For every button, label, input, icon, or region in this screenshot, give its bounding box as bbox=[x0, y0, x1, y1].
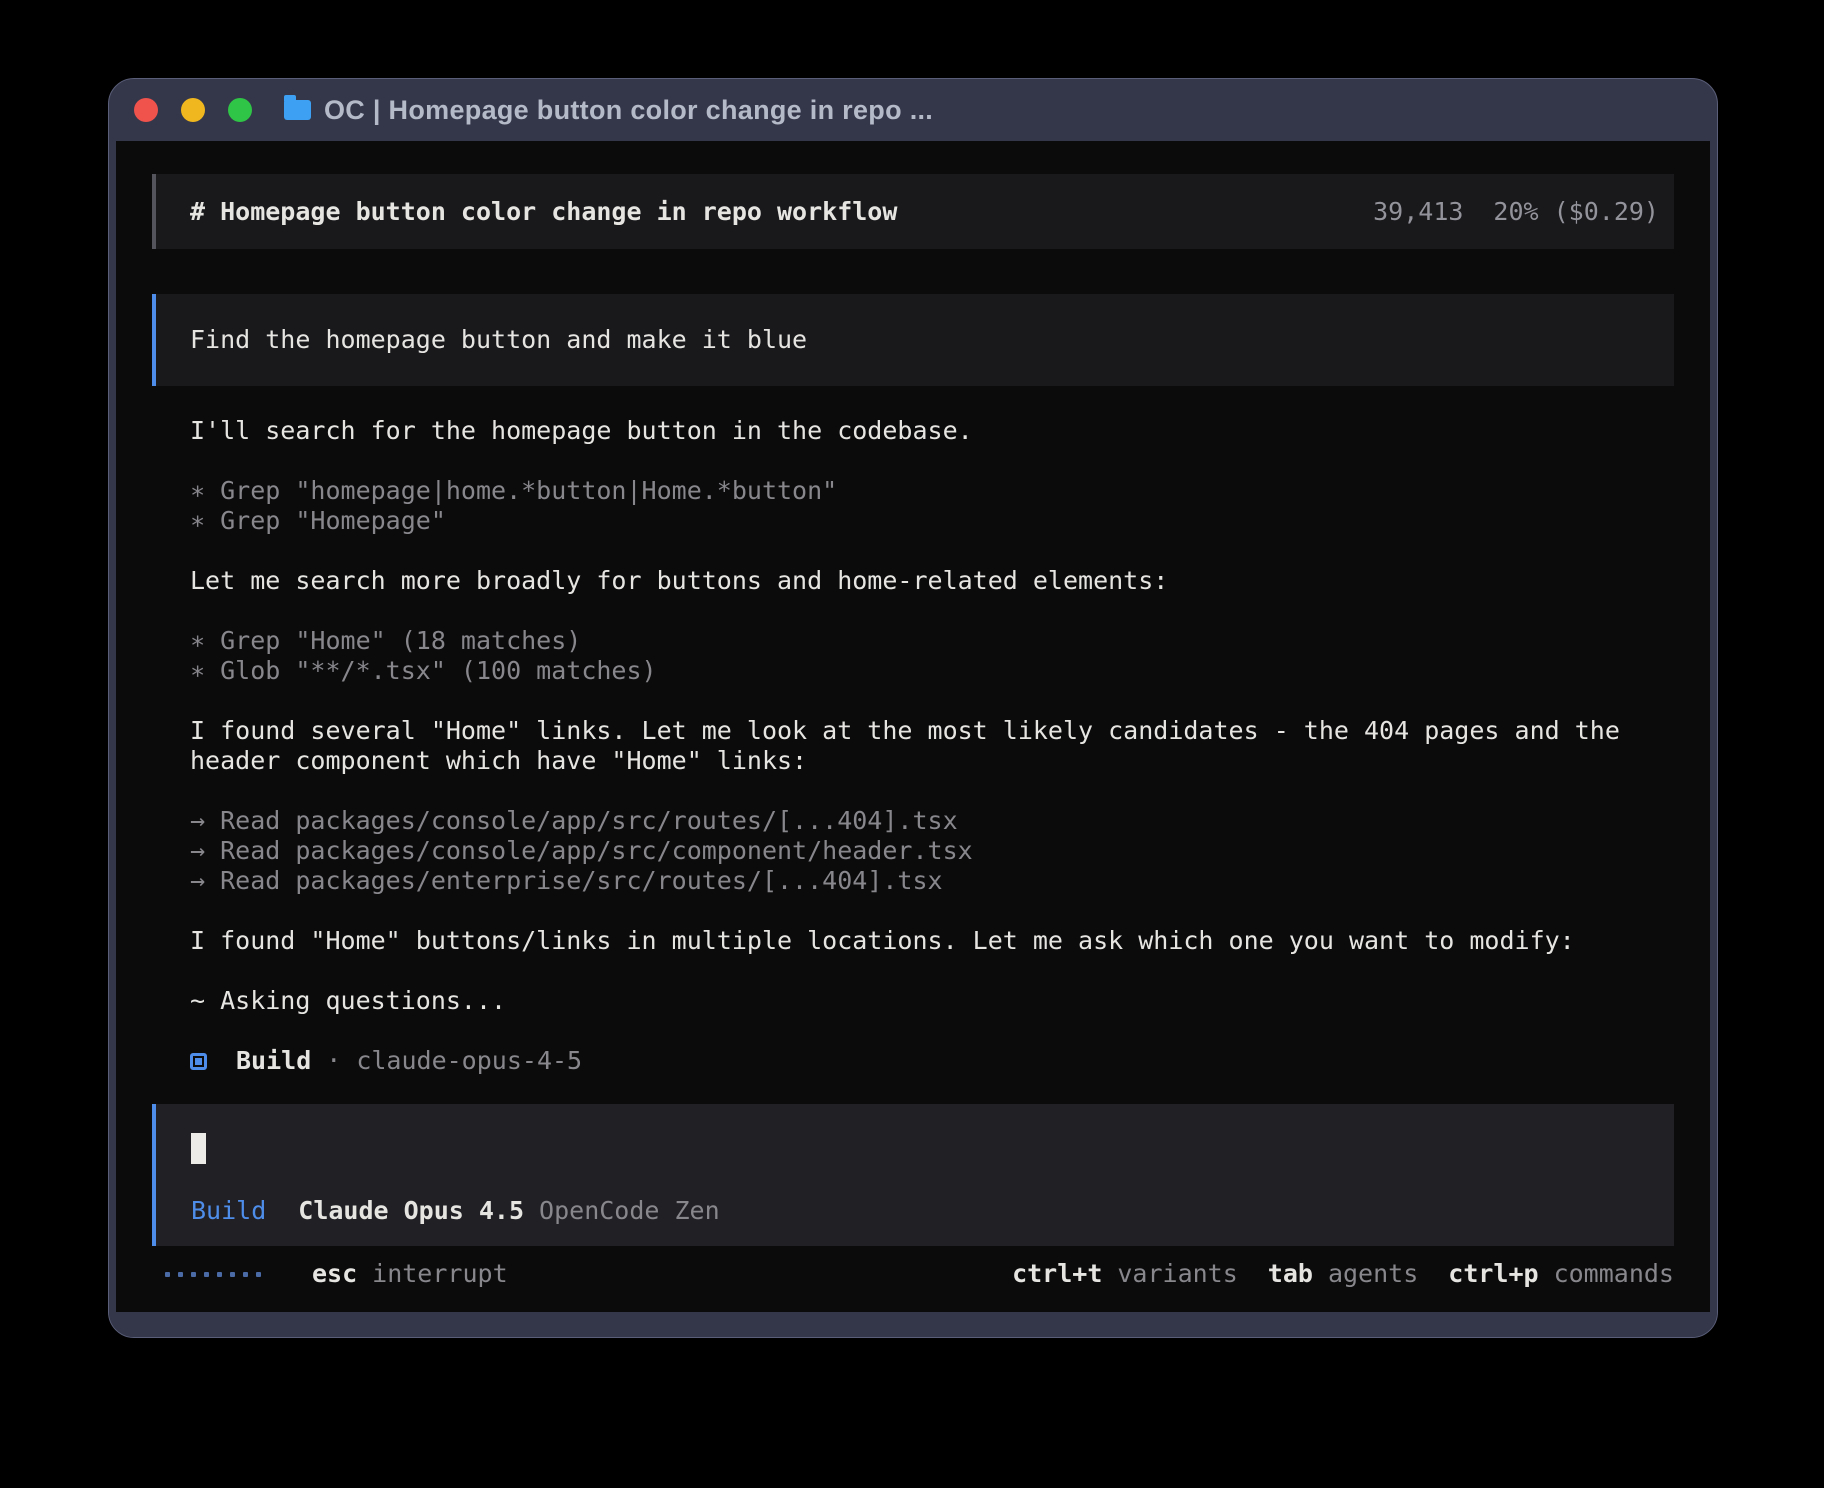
build-agent-icon bbox=[190, 1053, 207, 1070]
session-stats: 39,413 20% ($0.29) bbox=[1373, 197, 1659, 227]
user-message: Find the homepage button and make it blu… bbox=[152, 294, 1674, 386]
tool-call-line: ∗ Grep "Home" (18 matches) bbox=[190, 626, 1674, 656]
tool-call-line: → Read packages/console/app/src/componen… bbox=[190, 836, 1674, 866]
model-row: Build Claude Opus 4.5 OpenCode Zen bbox=[191, 1196, 1640, 1226]
assistant-text: I found several "Home" links. Let me loo… bbox=[190, 716, 1674, 776]
text-cursor bbox=[191, 1133, 206, 1164]
footer-hint-agents: tab agents bbox=[1268, 1259, 1418, 1289]
minimize-button[interactable] bbox=[181, 98, 205, 122]
session-title: # Homepage button color change in repo w… bbox=[190, 197, 897, 227]
assistant-text-line: I found several "Home" links. Let me loo… bbox=[190, 716, 1674, 776]
hint-label-interrupt: interrupt bbox=[372, 1259, 507, 1288]
spinner-dot bbox=[191, 1272, 196, 1277]
close-button[interactable] bbox=[134, 98, 158, 122]
spinner-dot bbox=[165, 1272, 170, 1277]
key-tab: tab bbox=[1268, 1259, 1313, 1288]
tool-call-group: ∗ Grep "homepage|home.*button|Home.*butt… bbox=[190, 476, 1674, 536]
assistant-text-line: ~ Asking questions... bbox=[190, 986, 1674, 1016]
active-model-label: Claude Opus 4.5 bbox=[298, 1196, 524, 1226]
assistant-text: I found "Home" buttons/links in multiple… bbox=[190, 926, 1674, 956]
working-spinner-dots bbox=[165, 1272, 261, 1277]
key-ctrl+t: ctrl+t bbox=[1012, 1259, 1102, 1288]
assistant-text-line: I'll search for the homepage button in t… bbox=[190, 416, 1674, 446]
terminal-window: OC | Homepage button color change in rep… bbox=[108, 78, 1718, 1338]
spinner-dot bbox=[256, 1272, 261, 1277]
agent-name: Build bbox=[236, 1046, 311, 1076]
maximize-button[interactable] bbox=[228, 98, 252, 122]
key-esc: esc bbox=[312, 1259, 357, 1288]
prompt-input[interactable]: Build Claude Opus 4.5 OpenCode Zen bbox=[152, 1104, 1674, 1246]
folder-icon bbox=[284, 100, 311, 120]
token-count: 39,413 bbox=[1373, 197, 1463, 227]
tool-call-line: ∗ Glob "**/*.tsx" (100 matches) bbox=[190, 656, 1674, 686]
hint-label-agents: agents bbox=[1328, 1259, 1418, 1288]
tool-call-group: → Read packages/console/app/src/routes/[… bbox=[190, 806, 1674, 896]
assistant-text: Let me search more broadly for buttons a… bbox=[190, 566, 1674, 596]
transcript: I'll search for the homepage button in t… bbox=[152, 416, 1674, 1076]
assistant-text-line: I found "Home" buttons/links in multiple… bbox=[190, 926, 1674, 956]
hint-label-variants: variants bbox=[1117, 1259, 1237, 1288]
tool-call-group: ∗ Grep "Home" (18 matches)∗ Glob "**/*.t… bbox=[190, 626, 1674, 686]
status-bar: escinterrupt ctrl+tvariantstabagentsctrl… bbox=[152, 1257, 1674, 1291]
spinner-dot bbox=[178, 1272, 183, 1277]
agent-status-line: Build · claude-opus-4-5 bbox=[190, 1046, 1674, 1076]
hint-label-commands: commands bbox=[1554, 1259, 1674, 1288]
spinner-dot bbox=[217, 1272, 222, 1277]
tool-call-line: → Read packages/console/app/src/routes/[… bbox=[190, 806, 1674, 836]
footer-hint-commands: ctrl+p commands bbox=[1448, 1259, 1674, 1289]
footer-hint-variants: ctrl+t variants bbox=[1012, 1259, 1238, 1289]
tool-call-line: ∗ Grep "Homepage" bbox=[190, 506, 1674, 536]
tool-call-line: ∗ Grep "homepage|home.*button|Home.*butt… bbox=[190, 476, 1674, 506]
key-ctrl+p: ctrl+p bbox=[1448, 1259, 1538, 1288]
spinner-dot bbox=[243, 1272, 248, 1277]
assistant-text: ~ Asking questions... bbox=[190, 986, 1674, 1016]
agent-separator: · bbox=[326, 1046, 341, 1076]
window-bottom-edge bbox=[109, 1312, 1717, 1337]
spinner-dot bbox=[204, 1272, 209, 1277]
session-header: # Homepage button color change in repo w… bbox=[152, 174, 1674, 249]
assistant-text-line: Let me search more broadly for buttons a… bbox=[190, 566, 1674, 596]
terminal-content: # Homepage button color change in repo w… bbox=[116, 141, 1710, 1312]
tool-call-line: → Read packages/enterprise/src/routes/[.… bbox=[190, 866, 1674, 896]
context-usage-cost: 20% ($0.29) bbox=[1493, 197, 1659, 227]
spinner-dot bbox=[230, 1272, 235, 1277]
provider-label: OpenCode Zen bbox=[539, 1196, 720, 1226]
window-controls bbox=[134, 98, 252, 122]
titlebar: OC | Homepage button color change in rep… bbox=[109, 79, 1717, 141]
window-title: OC | Homepage button color change in rep… bbox=[324, 95, 933, 126]
footer-hint-interrupt: esc interrupt bbox=[312, 1259, 508, 1289]
footer-hints-right: ctrl+t variants tab agents ctrl+p commands bbox=[1012, 1259, 1674, 1289]
assistant-text: I'll search for the homepage button in t… bbox=[190, 416, 1674, 446]
user-message-text: Find the homepage button and make it blu… bbox=[190, 325, 807, 355]
agent-model: claude-opus-4-5 bbox=[356, 1046, 582, 1076]
active-agent-label: Build bbox=[191, 1196, 266, 1226]
